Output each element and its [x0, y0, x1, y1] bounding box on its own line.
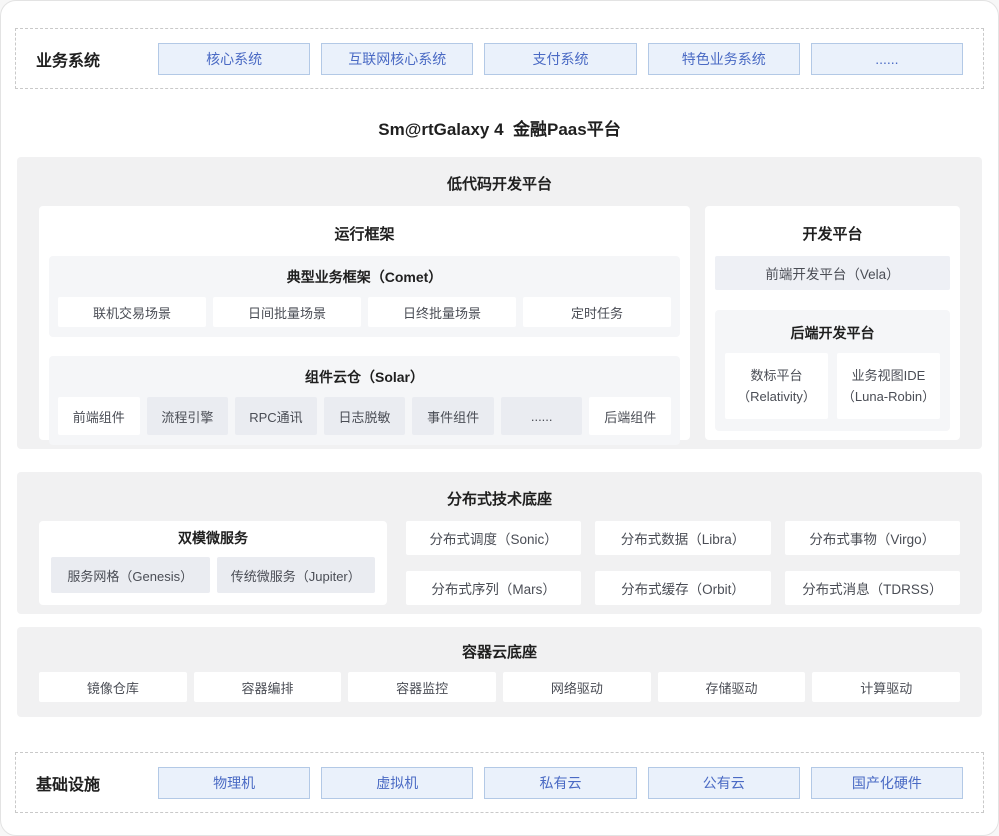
infrastructure-buttons: 物理机 虚拟机 私有云 公有云 国产化硬件: [158, 767, 963, 799]
relativity-data-platform[interactable]: 数标平台 （Relativity）: [725, 353, 828, 419]
solar-backend-component[interactable]: 后端组件: [589, 397, 671, 435]
diagram-frame: 业务系统 核心系统 互联网核心系统 支付系统 特色业务系统 ...... Sm@…: [0, 0, 999, 836]
comet-buttons: 联机交易场景 日间批量场景 日终批量场景 定时任务: [58, 297, 671, 327]
storage-driver[interactable]: 存储驱动: [658, 672, 806, 702]
container-orchestration[interactable]: 容器编排: [194, 672, 342, 702]
comet-title: 典型业务框架（Comet）: [58, 267, 671, 287]
solar-rpc-comm[interactable]: RPC通讯: [235, 397, 317, 435]
lowcode-body: 运行框架 典型业务框架（Comet） 联机交易场景 日间批量场景 日终批量场景 …: [39, 206, 960, 440]
business-systems-bar: 业务系统 核心系统 互联网核心系统 支付系统 特色业务系统 ......: [15, 28, 984, 89]
libra-distributed-data[interactable]: 分布式数据（Libra）: [595, 521, 770, 555]
comet-card: 典型业务框架（Comet） 联机交易场景 日间批量场景 日终批量场景 定时任务: [49, 256, 680, 337]
comet-daytime-batch[interactable]: 日间批量场景: [213, 297, 361, 327]
infrastructure-bar: 基础设施 物理机 虚拟机 私有云 公有云 国产化硬件: [15, 752, 984, 813]
business-systems-buttons: 核心系统 互联网核心系统 支付系统 特色业务系统 ......: [158, 43, 963, 75]
comet-endofday-batch[interactable]: 日终批量场景: [368, 297, 516, 327]
runtime-framework-title: 运行框架: [49, 223, 680, 244]
virgo-distributed-transaction[interactable]: 分布式事物（Virgo）: [785, 521, 960, 555]
solar-buttons: 前端组件 流程引擎 RPC通讯 日志脱敏 事件组件 ...... 后端组件: [58, 397, 671, 435]
network-driver[interactable]: 网络驱动: [503, 672, 651, 702]
business-system-core[interactable]: 核心系统: [158, 43, 310, 75]
relativity-line1: 数标平台: [750, 365, 802, 386]
dev-platform-card: 开发平台 前端开发平台（Vela） 后端开发平台 数标平台 （Relativit…: [705, 206, 960, 440]
luna-robin-line2: （Luna-Robin）: [842, 386, 935, 407]
public-cloud[interactable]: 公有云: [648, 767, 800, 799]
virtual-machine[interactable]: 虚拟机: [321, 767, 473, 799]
dual-mode-title: 双模微服务: [51, 528, 375, 548]
section-lowcode-platform: 低代码开发平台 运行框架 典型业务框架（Comet） 联机交易场景 日间批量场景…: [17, 157, 982, 449]
dual-mode-buttons: 服务网格（Genesis） 传统微服务（Jupiter）: [51, 557, 375, 593]
business-system-internet-core[interactable]: 互联网核心系统: [321, 43, 473, 75]
comet-online-trading[interactable]: 联机交易场景: [58, 297, 206, 327]
vela-frontend-dev-platform[interactable]: 前端开发平台（Vela）: [715, 256, 950, 290]
container-title: 容器云底座: [39, 641, 960, 662]
solar-frontend-component[interactable]: 前端组件: [58, 397, 140, 435]
solar-title: 组件云仓（Solar）: [58, 367, 671, 387]
business-systems-label: 业务系统: [36, 47, 122, 71]
section-distributed-base: 分布式技术底座 双模微服务 服务网格（Genesis） 传统微服务（Jupite…: [17, 472, 982, 614]
distributed-body: 双模微服务 服务网格（Genesis） 传统微服务（Jupiter） 分布式调度…: [39, 521, 960, 605]
container-buttons: 镜像仓库 容器编排 容器监控 网络驱动 存储驱动 计算驱动: [39, 672, 960, 702]
backend-dev-platform-title: 后端开发平台: [725, 323, 940, 343]
backend-dev-buttons: 数标平台 （Relativity） 业务视图IDE （Luna-Robin）: [725, 353, 940, 419]
section-container-cloud-base: 容器云底座 镜像仓库 容器编排 容器监控 网络驱动 存储驱动 计算驱动: [17, 627, 982, 717]
compute-driver[interactable]: 计算驱动: [812, 672, 960, 702]
container-monitoring[interactable]: 容器监控: [348, 672, 496, 702]
private-cloud[interactable]: 私有云: [484, 767, 636, 799]
relativity-line2: （Relativity）: [737, 386, 816, 407]
jupiter-traditional-microservices[interactable]: 传统微服务（Jupiter）: [217, 557, 376, 593]
solar-event-component[interactable]: 事件组件: [412, 397, 494, 435]
comet-scheduled-task[interactable]: 定时任务: [523, 297, 671, 327]
solar-process-engine[interactable]: 流程引擎: [147, 397, 229, 435]
dual-mode-microservices-card: 双模微服务 服务网格（Genesis） 传统微服务（Jupiter）: [39, 521, 387, 605]
page-title: Sm@rtGalaxy 4 金融Paas平台: [1, 115, 998, 140]
solar-log-masking[interactable]: 日志脱敏: [324, 397, 406, 435]
distributed-grid: 分布式调度（Sonic） 分布式数据（Libra） 分布式事物（Virgo） 分…: [406, 521, 960, 605]
backend-dev-platform-card: 后端开发平台 数标平台 （Relativity） 业务视图IDE （Luna-R…: [715, 310, 950, 431]
mars-distributed-sequence[interactable]: 分布式序列（Mars）: [406, 571, 581, 605]
lowcode-title: 低代码开发平台: [39, 173, 960, 194]
distributed-title: 分布式技术底座: [39, 488, 960, 509]
dev-platform-title: 开发平台: [715, 223, 950, 244]
infrastructure-label: 基础设施: [36, 771, 122, 795]
business-system-payment[interactable]: 支付系统: [484, 43, 636, 75]
luna-robin-line1: 业务视图IDE: [852, 365, 926, 386]
physical-machine[interactable]: 物理机: [158, 767, 310, 799]
image-registry[interactable]: 镜像仓库: [39, 672, 187, 702]
solar-card: 组件云仓（Solar） 前端组件 流程引擎 RPC通讯 日志脱敏 事件组件 ..…: [49, 356, 680, 445]
top-spacer: [1, 1, 998, 28]
solar-more[interactable]: ......: [501, 397, 583, 435]
domestic-hardware[interactable]: 国产化硬件: [811, 767, 963, 799]
tdrss-distributed-message[interactable]: 分布式消息（TDRSS）: [785, 571, 960, 605]
runtime-framework-card: 运行框架 典型业务框架（Comet） 联机交易场景 日间批量场景 日终批量场景 …: [39, 206, 690, 440]
orbit-distributed-cache[interactable]: 分布式缓存（Orbit）: [595, 571, 770, 605]
business-system-more[interactable]: ......: [811, 43, 963, 75]
sonic-distributed-scheduling[interactable]: 分布式调度（Sonic）: [406, 521, 581, 555]
genesis-service-mesh[interactable]: 服务网格（Genesis）: [51, 557, 210, 593]
business-system-special[interactable]: 特色业务系统: [648, 43, 800, 75]
luna-robin-business-view-ide[interactable]: 业务视图IDE （Luna-Robin）: [837, 353, 940, 419]
